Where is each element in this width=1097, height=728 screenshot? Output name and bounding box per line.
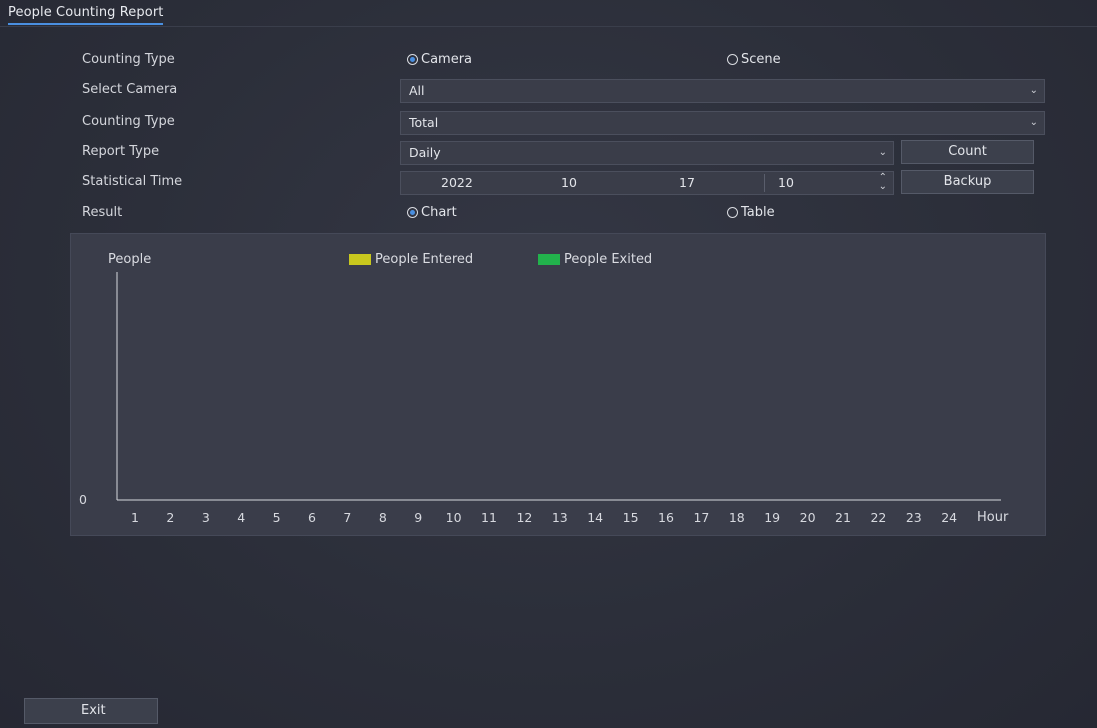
select-camera-value: All (409, 83, 425, 98)
statistical-time-label: Statistical Time (82, 174, 183, 189)
counting-type-label: Counting Type (82, 52, 175, 67)
table-radio-label: Table (741, 205, 775, 220)
report-type-label: Report Type (82, 144, 160, 159)
chevron-down-icon: ⌄ (1029, 117, 1038, 128)
counting-type-2-label: Counting Type (82, 114, 175, 129)
year-value[interactable]: 2022 (441, 172, 473, 194)
table-radio[interactable]: Table (727, 205, 775, 220)
x-tick-label: 17 (693, 510, 710, 525)
x-tick-label: 12 (516, 510, 533, 525)
x-tick-label: 9 (414, 510, 423, 525)
hour-value[interactable]: 10 (778, 172, 794, 194)
x-tick-label: 3 (201, 510, 210, 525)
select-camera-dropdown[interactable]: All ⌄ (400, 79, 1045, 103)
spin-updown-icon[interactable]: ⌃ ⌄ (879, 173, 887, 192)
tab-people-counting-report[interactable]: People Counting Report (8, 5, 164, 25)
radio-unselected-icon (727, 54, 738, 65)
month-value[interactable]: 10 (561, 172, 577, 194)
y-tick-zero: 0 (79, 492, 87, 507)
exit-button[interactable]: Exit (24, 698, 158, 724)
radio-unselected-icon (727, 207, 738, 218)
x-tick-label: 6 (308, 510, 316, 525)
camera-radio[interactable]: Camera (407, 52, 472, 67)
x-tick-label: 4 (237, 510, 246, 525)
divider (764, 174, 765, 192)
statistical-time-input[interactable]: 2022 10 17 10 ⌃ ⌄ (400, 171, 894, 195)
people-counting-screen: People Counting Report Counting Type Cam… (0, 0, 1097, 728)
day-value[interactable]: 17 (679, 172, 695, 194)
chart-canvas (116, 272, 1001, 501)
x-tick-label: 10 (445, 510, 462, 525)
counting-type-dropdown[interactable]: Total ⌄ (400, 111, 1045, 135)
x-tick-label: 2 (166, 510, 175, 525)
x-tick-label: 7 (343, 510, 352, 525)
radio-selected-icon (407, 207, 418, 218)
x-tick-label: 14 (587, 510, 604, 525)
x-tick-label: 5 (272, 510, 281, 525)
x-tick-label: 19 (764, 510, 781, 525)
x-tick-label: 21 (835, 510, 851, 525)
x-tick-label: 15 (622, 510, 639, 525)
report-type-dropdown[interactable]: Daily ⌄ (400, 141, 894, 165)
x-tick-label: 20 (799, 510, 816, 525)
backup-button[interactable]: Backup (901, 170, 1034, 194)
result-label: Result (82, 205, 123, 220)
chart-panel: People People Entered People Exited 0 12… (70, 233, 1046, 536)
count-button[interactable]: Count (901, 140, 1034, 164)
x-tick-label: 23 (905, 510, 922, 525)
chart-radio-label: Chart (421, 205, 457, 220)
x-axis-title: Hour (977, 510, 1009, 525)
scene-radio-label: Scene (741, 52, 781, 67)
x-tick-label: 11 (481, 510, 497, 525)
chart-radio[interactable]: Chart (407, 205, 457, 220)
x-tick-label: 13 (551, 510, 568, 525)
chevron-down-icon: ⌄ (878, 147, 887, 158)
counting-type-value: Total (409, 115, 439, 130)
x-tick-label: 1 (131, 510, 139, 525)
tab-bar: People Counting Report (0, 0, 1097, 27)
x-tick-label: 16 (658, 510, 674, 525)
x-tick-label: 22 (870, 510, 887, 525)
chevron-down-icon: ⌄ (1029, 85, 1038, 96)
camera-radio-label: Camera (421, 52, 473, 67)
x-tick-label: 8 (378, 510, 387, 525)
report-type-value: Daily (409, 145, 441, 160)
x-tick-label: 24 (941, 510, 958, 525)
radio-selected-icon (407, 54, 418, 65)
x-tick-label: 18 (728, 510, 745, 525)
select-camera-label: Select Camera (82, 82, 178, 97)
scene-radio[interactable]: Scene (727, 52, 781, 67)
